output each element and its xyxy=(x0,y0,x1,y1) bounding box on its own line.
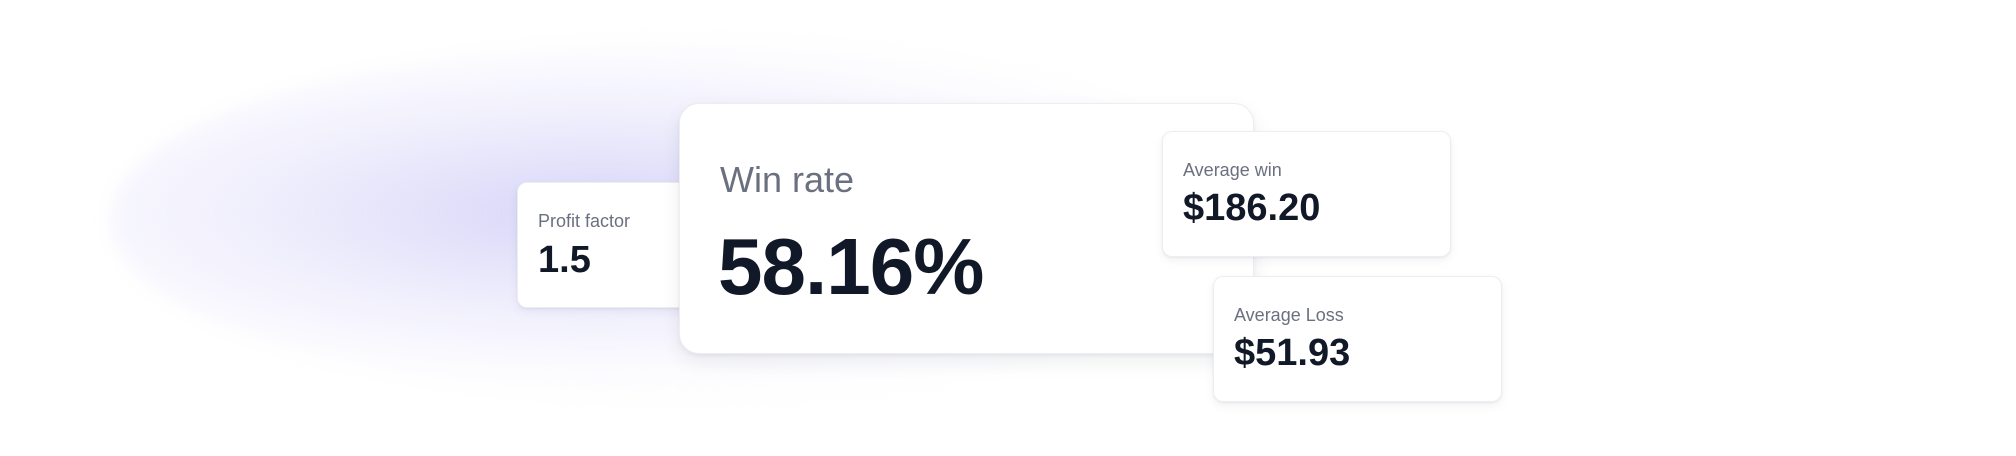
win-rate-value: 58.16% xyxy=(718,222,984,311)
win-rate-label: Win rate xyxy=(720,159,855,200)
average-win-label: Average win xyxy=(1183,160,1282,180)
average-loss-label: Average Loss xyxy=(1234,305,1344,325)
average-loss-value: $51.93 xyxy=(1234,332,1351,374)
average-win-card: Average win $186.20 xyxy=(1162,131,1451,257)
profit-factor-value: 1.5 xyxy=(538,239,591,281)
profit-factor-label: Profit factor xyxy=(538,211,631,231)
average-win-value: $186.20 xyxy=(1183,187,1321,229)
average-loss-card: Average Loss $51.93 xyxy=(1213,276,1502,402)
